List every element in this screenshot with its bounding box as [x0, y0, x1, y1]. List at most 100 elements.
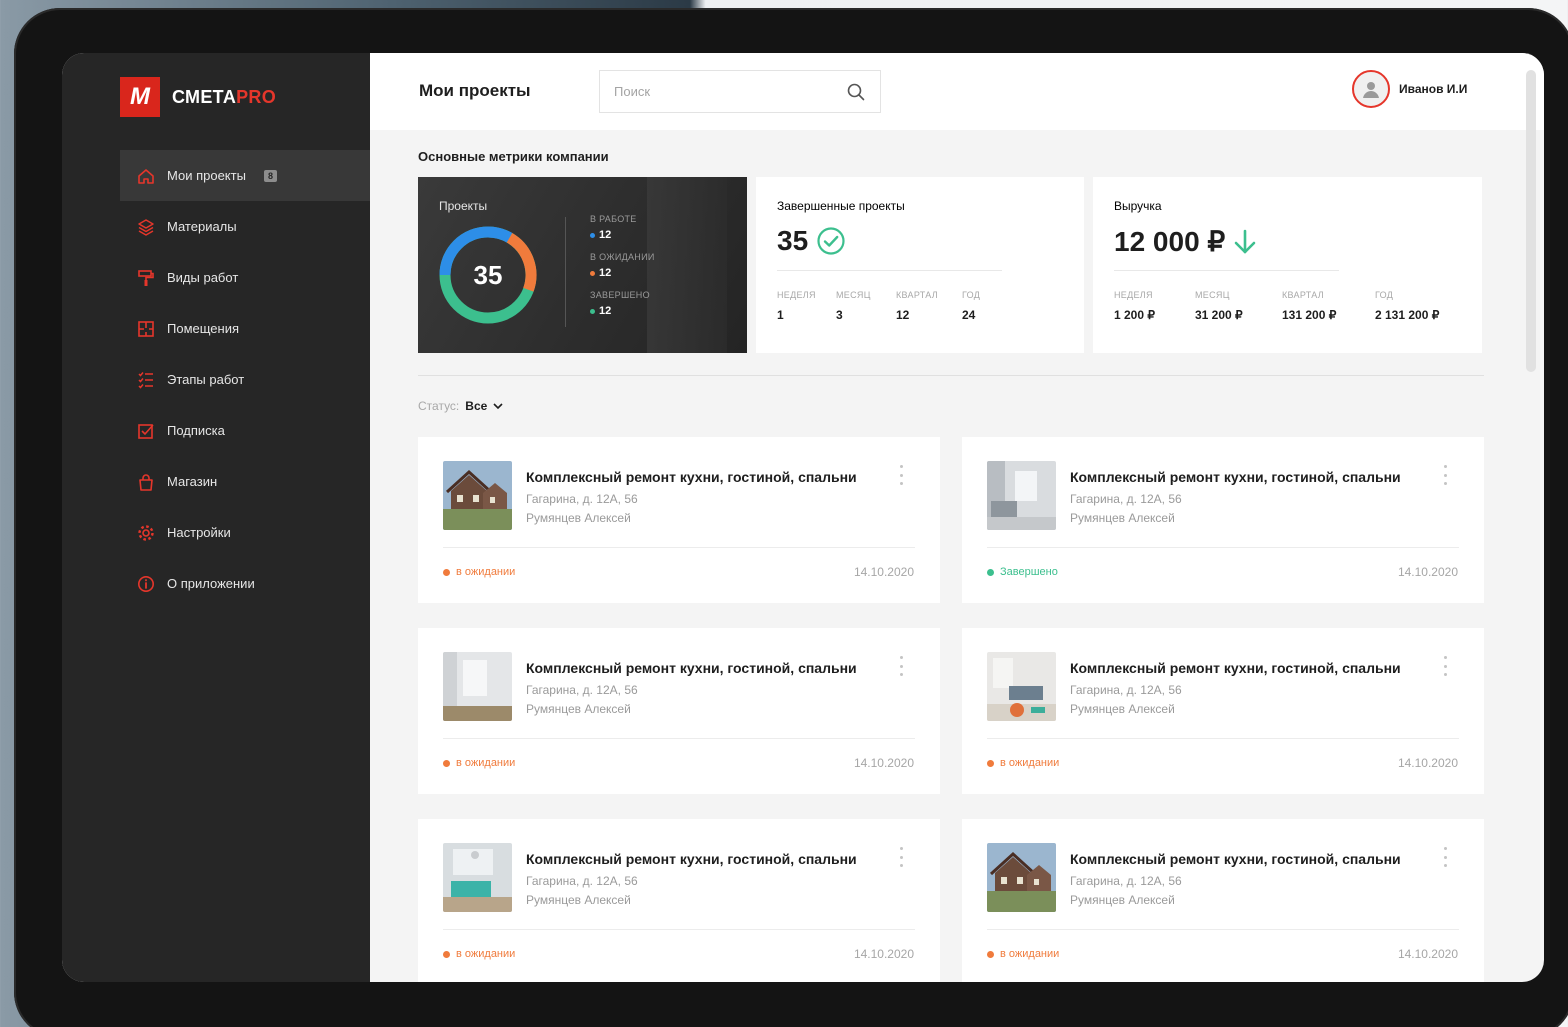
more-options-icon[interactable] [1442, 847, 1448, 867]
status-filter-label: Статус: [418, 399, 460, 413]
period-label: НЕДЕЛЯ [1114, 290, 1153, 300]
sidebar-item-6[interactable]: Магазин [120, 456, 370, 507]
user-menu[interactable]: Иванов И.И [1352, 70, 1467, 108]
period-label: КВАРТАЛ [1282, 290, 1324, 300]
avatar[interactable] [1352, 70, 1390, 108]
revenue-metric-card: Выручка 12 000 ₽ НЕДЕЛЯ 1 200 ₽ МЕСЯЦ 31 20… [1093, 177, 1482, 353]
period-3: ГОД 2 131 200 ₽ [1375, 290, 1465, 322]
metrics-row: Проекты 35 В РАБОТЕ 12 В ОЖИДАНИИ 12 ЗАВЕРШЕ… [418, 177, 1482, 353]
search-box [599, 70, 881, 113]
project-title[interactable]: Комплексный ремонт кухни, гостиной, спал… [1070, 851, 1401, 867]
project-date: 14.10.2020 [853, 756, 914, 770]
section-title: Основные метрики компании [418, 149, 609, 164]
more-options-icon[interactable] [1442, 465, 1448, 485]
home-icon [137, 167, 155, 185]
more-options-icon[interactable] [898, 656, 904, 676]
period-3: ГОД 24 [962, 290, 1012, 322]
sidebar-item-label: Подписка [167, 423, 225, 438]
shopping-bag-icon [137, 473, 155, 491]
completed-value: 35 [777, 225, 809, 256]
status-text: в ожидании [456, 757, 516, 769]
scrollbar[interactable] [1526, 70, 1536, 372]
status-filter-value[interactable]: Все [465, 399, 487, 413]
period-2: КВАРТАЛ 131 200 ₽ [1282, 290, 1375, 322]
more-options-icon[interactable] [898, 847, 904, 867]
divider [443, 929, 915, 930]
page-title: Мои проекты [419, 81, 531, 100]
project-title[interactable]: Комплексный ремонт кухни, гостиной, спал… [1070, 469, 1401, 485]
project-card[interactable]: Комплексный ремонт кухни, гостиной, спал… [418, 437, 940, 603]
check-circle-icon [817, 227, 845, 255]
period-label: ГОД [1375, 290, 1394, 300]
sidebar-item-8[interactable]: О приложении [120, 558, 370, 609]
chevron-down-icon[interactable] [493, 402, 503, 410]
more-options-icon[interactable] [898, 465, 904, 485]
project-card[interactable]: Комплексный ремонт кухни, гостиной, спал… [962, 437, 1484, 603]
sidebar-item-label: Виды работ [167, 270, 239, 285]
project-date: 14.10.2020 [853, 947, 914, 961]
project-thumbnail[interactable] [443, 843, 512, 912]
app-screen: M СМЕТАPRO Мои проекты 8 Материалы Виды раб… [62, 53, 1544, 982]
checklist-icon [137, 371, 155, 389]
sidebar-item-5[interactable]: Подписка [120, 405, 370, 456]
completed-value-row: 35 [777, 225, 846, 257]
status-dot [987, 568, 994, 576]
search-input[interactable] [614, 84, 846, 99]
sidebar-item-3[interactable]: Помещения [120, 303, 370, 354]
project-card[interactable]: Комплексный ремонт кухни, гостиной, спал… [962, 628, 1484, 794]
projects-grid: Комплексный ремонт кухни, гостиной, спал… [418, 437, 1484, 982]
top-bar: Мои проекты Иванов И.И [370, 53, 1544, 130]
project-title[interactable]: Комплексный ремонт кухни, гостиной, спал… [526, 660, 857, 676]
divider [777, 270, 1002, 271]
period-value: 131 200 ₽ [1282, 308, 1337, 322]
sidebar-item-0[interactable]: Мои проекты 8 [120, 150, 370, 201]
project-thumbnail[interactable] [987, 652, 1056, 721]
legend-value-row: 12 [590, 305, 655, 317]
project-card[interactable]: Комплексный ремонт кухни, гостиной, спал… [962, 819, 1484, 982]
legend-value: 12 [599, 229, 612, 241]
project-thumbnail[interactable] [987, 461, 1056, 530]
project-thumbnail[interactable] [443, 461, 512, 530]
count-badge: 8 [263, 169, 277, 182]
project-title[interactable]: Комплексный ремонт кухни, гостиной, спал… [526, 851, 857, 867]
project-person: Румянцев Алексей [1070, 702, 1175, 716]
project-thumbnail[interactable] [987, 843, 1056, 912]
project-card[interactable]: Комплексный ремонт кухни, гостиной, спал… [418, 628, 940, 794]
legend-item: ЗАВЕРШЕНО 12 [590, 290, 655, 317]
divider [1114, 270, 1339, 271]
revenue-value-row: 12 000 ₽ [1114, 225, 1257, 258]
gear-icon [137, 524, 155, 542]
project-card[interactable]: Комплексный ремонт кухни, гостиной, спал… [418, 819, 940, 982]
sidebar-item-7[interactable]: Настройки [120, 507, 370, 558]
project-date: 14.10.2020 [1397, 565, 1458, 579]
legend-label: В ОЖИДАНИИ [590, 252, 655, 262]
sidebar-item-label: Настройки [167, 525, 231, 540]
project-title[interactable]: Комплексный ремонт кухни, гостиной, спал… [526, 469, 857, 485]
project-date: 14.10.2020 [1397, 756, 1458, 770]
period-label: НЕДЕЛЯ [777, 290, 816, 300]
project-thumbnail[interactable] [443, 652, 512, 721]
project-title[interactable]: Комплексный ремонт кухни, гостиной, спал… [1070, 660, 1401, 676]
period-value: 3 [836, 308, 843, 322]
main-content: Мои проекты Иванов И.И Основные метрики … [370, 53, 1544, 982]
legend-value: 12 [599, 267, 612, 279]
sidebar-item-4[interactable]: Этапы работ [120, 354, 370, 405]
project-date: 14.10.2020 [853, 565, 914, 579]
completed-metric-card: Завершенные проекты 35 НЕДЕЛЯ 1 МЕСЯЦ 3 КВАР… [756, 177, 1084, 353]
sidebar-item-1[interactable]: Материалы [120, 201, 370, 252]
logo[interactable]: M СМЕТАPRO [120, 77, 276, 117]
legend-dot [590, 308, 595, 314]
status-filter[interactable]: Статус: Все [418, 399, 503, 413]
period-value: 1 200 ₽ [1114, 308, 1155, 322]
period-label: МЕСЯЦ [836, 290, 871, 300]
section-divider [418, 375, 1484, 376]
sidebar-item-2[interactable]: Виды работ [120, 252, 370, 303]
period-0: НЕДЕЛЯ 1 [777, 290, 836, 322]
period-label: ГОД [962, 290, 981, 300]
status-text: в ожидании [456, 948, 516, 960]
user-icon [1363, 82, 1379, 98]
search-icon[interactable] [846, 82, 866, 102]
more-options-icon[interactable] [1442, 656, 1448, 676]
status-dot [987, 759, 994, 767]
sidebar-item-label: Помещения [167, 321, 240, 336]
